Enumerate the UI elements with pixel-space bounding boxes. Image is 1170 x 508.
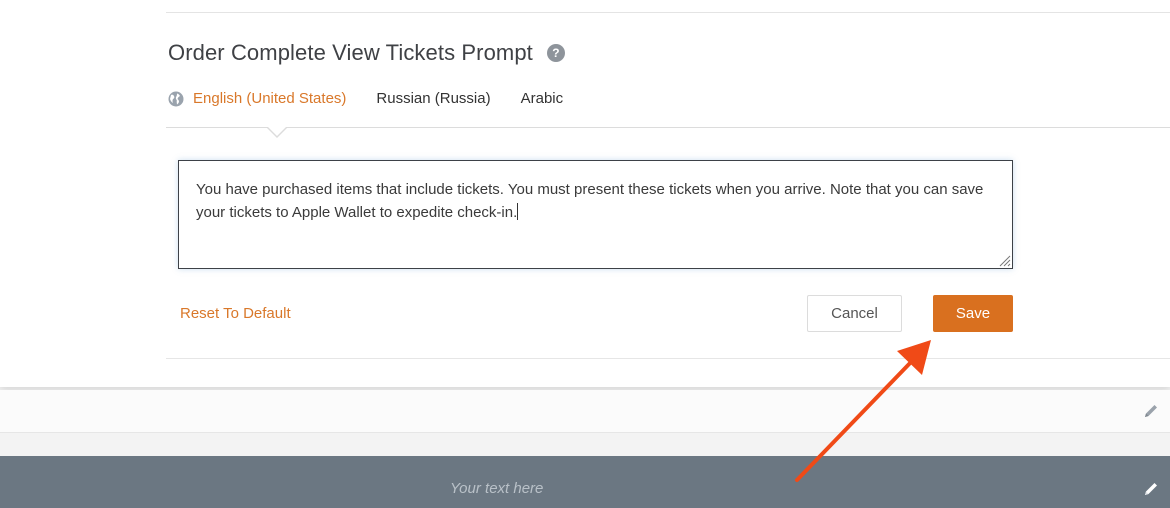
footer-bar: Your text here [0,456,1170,508]
top-divider [166,12,1170,13]
bottom-divider [166,358,1170,359]
prompt-textarea[interactable]: You have purchased items that include ti… [178,160,1013,269]
language-tabs: English (United States) Russian (Russia)… [168,90,593,107]
save-button[interactable]: Save [933,295,1013,332]
prompt-editor-card: Order Complete View Tickets Prompt ? Eng… [0,0,1170,387]
help-icon[interactable]: ? [546,44,565,62]
tab-english[interactable]: English (United States) [168,90,346,107]
pencil-icon[interactable] [1143,481,1159,497]
pencil-icon[interactable] [1143,403,1159,419]
tab-label: Russian (Russia) [376,90,491,107]
tab-label: Arabic [520,90,564,107]
section-row [0,390,1170,433]
active-tab-indicator [266,126,288,138]
title-row: Order Complete View Tickets Prompt ? [168,40,565,66]
resize-grip-icon[interactable] [997,253,1011,267]
page-title: Order Complete View Tickets Prompt [168,40,533,65]
tab-arabic[interactable]: Arabic [521,90,564,107]
tabs-divider [166,127,1170,128]
tab-label: English (United States) [193,90,347,107]
text-cursor [517,203,519,220]
prompt-text: You have purchased items that include ti… [196,181,984,221]
cancel-button[interactable]: Cancel [807,295,902,332]
reset-to-default-link[interactable]: Reset To Default [180,305,291,322]
tab-russian[interactable]: Russian (Russia) [376,90,490,107]
globe-icon [168,91,184,106]
footer-placeholder-text[interactable]: Your text here [450,480,543,497]
